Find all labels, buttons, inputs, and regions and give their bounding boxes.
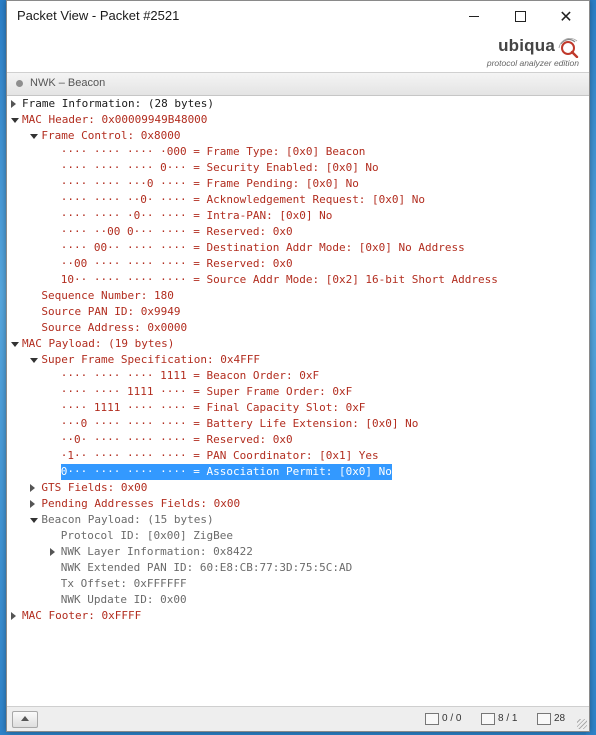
tree-row-label: Source Address: 0x0000: [41, 321, 188, 334]
packet-tree[interactable]: Frame Information: (28 bytes) MAC Header:…: [8, 96, 588, 706]
status-bar: 0 / 0 8 / 1 28: [7, 706, 589, 731]
logo-tagline: protocol analyzer edition: [486, 58, 579, 68]
minimize-icon: [469, 16, 479, 17]
expanded-arrow-icon[interactable]: [11, 342, 19, 347]
section-title: NWK – Beacon: [30, 77, 106, 89]
collapsed-arrow-icon[interactable]: [11, 100, 16, 108]
bytes-icon: [537, 713, 551, 725]
maximize-icon: [514, 11, 526, 22]
tree-row-label: ···· ···· ···0 ···· = Frame Pending: [0x…: [60, 177, 359, 190]
tree-row-label: Tx Offset: 0xFFFFFF: [60, 577, 187, 590]
maximize-button[interactable]: [497, 1, 543, 32]
page-icon: [481, 713, 495, 725]
collapsed-arrow-icon[interactable]: [11, 612, 16, 620]
tree-row-label: ··00 ···· ···· ···· = Reserved: 0x0: [60, 257, 293, 270]
expanded-arrow-icon[interactable]: [30, 134, 39, 139]
tree-row-label: ···· ···· ···· 0··· = Security Enabled: …: [60, 161, 379, 174]
packet-view-window: Packet View - Packet #2521 ✕ ubiqua prot…: [6, 0, 590, 732]
expanded-arrow-icon[interactable]: [30, 518, 39, 523]
tree-row-label: NWK Extended PAN ID: 60:E8:CB:77:3D:75:5…: [60, 561, 353, 574]
tree-row-label: ···· ···· ·0·· ···· = Intra-PAN: [0x0] N…: [60, 209, 333, 222]
tree-row-label: Frame Information: (28 bytes): [22, 97, 215, 110]
tree-row-label: ···· ···· ···· 1111 = Beacon Order: 0xF: [60, 369, 320, 382]
tree-row-label: Sequence Number: 180: [41, 289, 174, 302]
status-frames-value: 0 / 0: [442, 713, 462, 724]
title-bar[interactable]: Packet View - Packet #2521 ✕: [7, 1, 589, 32]
tree-row-label: MAC Footer: 0xFFFF: [22, 609, 142, 622]
tree-row-label: Source PAN ID: 0x9949: [41, 305, 181, 318]
collapse-panel-button[interactable]: [12, 711, 38, 728]
tree-row-label: MAC Header: 0x00009949B48000: [22, 113, 208, 126]
tree-row-label: ···· 1111 ···· ···· = Final Capacity Slo…: [60, 401, 366, 414]
ubiqua-logo: ubiqua protocol analyzer edition: [441, 36, 581, 70]
tree-row-label: ···0 ···· ···· ···· = Battery Life Exten…: [60, 417, 419, 430]
tree-row-label: Beacon Payload: (15 bytes): [41, 513, 214, 526]
status-pages-value: 8 / 1: [498, 713, 518, 724]
tree-row-label: ···· ···· ···· ·000 = Frame Type: [0x0] …: [60, 145, 366, 158]
collapsed-arrow-icon[interactable]: [30, 484, 36, 492]
tree-row-label: ···· ···· ··0· ···· = Acknowledgement Re…: [60, 193, 426, 206]
brand-bar: ubiqua protocol analyzer edition: [7, 32, 589, 72]
section-bullet-icon: [16, 80, 23, 87]
collapsed-arrow-icon[interactable]: [30, 500, 36, 508]
tree-row-label: ···· ···· 1111 ···· = Super Frame Order:…: [60, 385, 353, 398]
status-bytes-value: 28: [554, 713, 566, 724]
tree-row-label: Frame Control: 0x8000: [41, 129, 181, 142]
tree-row-label-selected: 0··· ···· ···· ···· = Association Permit…: [60, 464, 392, 480]
close-icon: ✕: [559, 6, 573, 26]
collapsed-arrow-icon[interactable]: [49, 548, 55, 556]
minimize-button[interactable]: [451, 1, 497, 32]
frame-icon: [425, 713, 439, 725]
tree-row-label: Protocol ID: [0x00] ZigBee: [60, 529, 233, 542]
tree-row-label: NWK Update ID: 0x00: [60, 593, 187, 606]
window-title: Packet View - Packet #2521: [17, 8, 180, 23]
tree-row-label: GTS Fields: 0x00: [41, 481, 148, 494]
logo-wordmark: ubiqua: [498, 36, 555, 55]
tree-row-label: ···· ··00 0··· ···· = Reserved: 0x0: [60, 225, 293, 238]
tree-row-label: Pending Addresses Fields: 0x00: [41, 497, 241, 510]
tree-row-label: ···· 00·· ···· ···· = Destination Addr M…: [60, 241, 465, 254]
arrow-up-icon: [21, 716, 29, 721]
section-header[interactable]: NWK – Beacon: [7, 72, 589, 96]
resize-grip-icon[interactable]: [577, 719, 587, 729]
tree-row-label: Super Frame Specification: 0x4FFF: [41, 353, 260, 366]
expanded-arrow-icon[interactable]: [30, 358, 39, 363]
tree-row-label: MAC Payload: (19 bytes): [22, 337, 175, 350]
tree-row-label: NWK Layer Information: 0x8422: [60, 545, 253, 558]
logo-mark-icon: [558, 38, 579, 58]
close-button[interactable]: ✕: [543, 1, 589, 32]
expanded-arrow-icon[interactable]: [11, 118, 19, 123]
tree-row-label: ··0· ···· ···· ···· = Reserved: 0x0: [60, 433, 293, 446]
tree-row-label: ·1·· ···· ···· ···· = PAN Coordinator: […: [60, 449, 379, 462]
tree-row-label: 10·· ···· ···· ···· = Source Addr Mode: …: [60, 273, 498, 286]
